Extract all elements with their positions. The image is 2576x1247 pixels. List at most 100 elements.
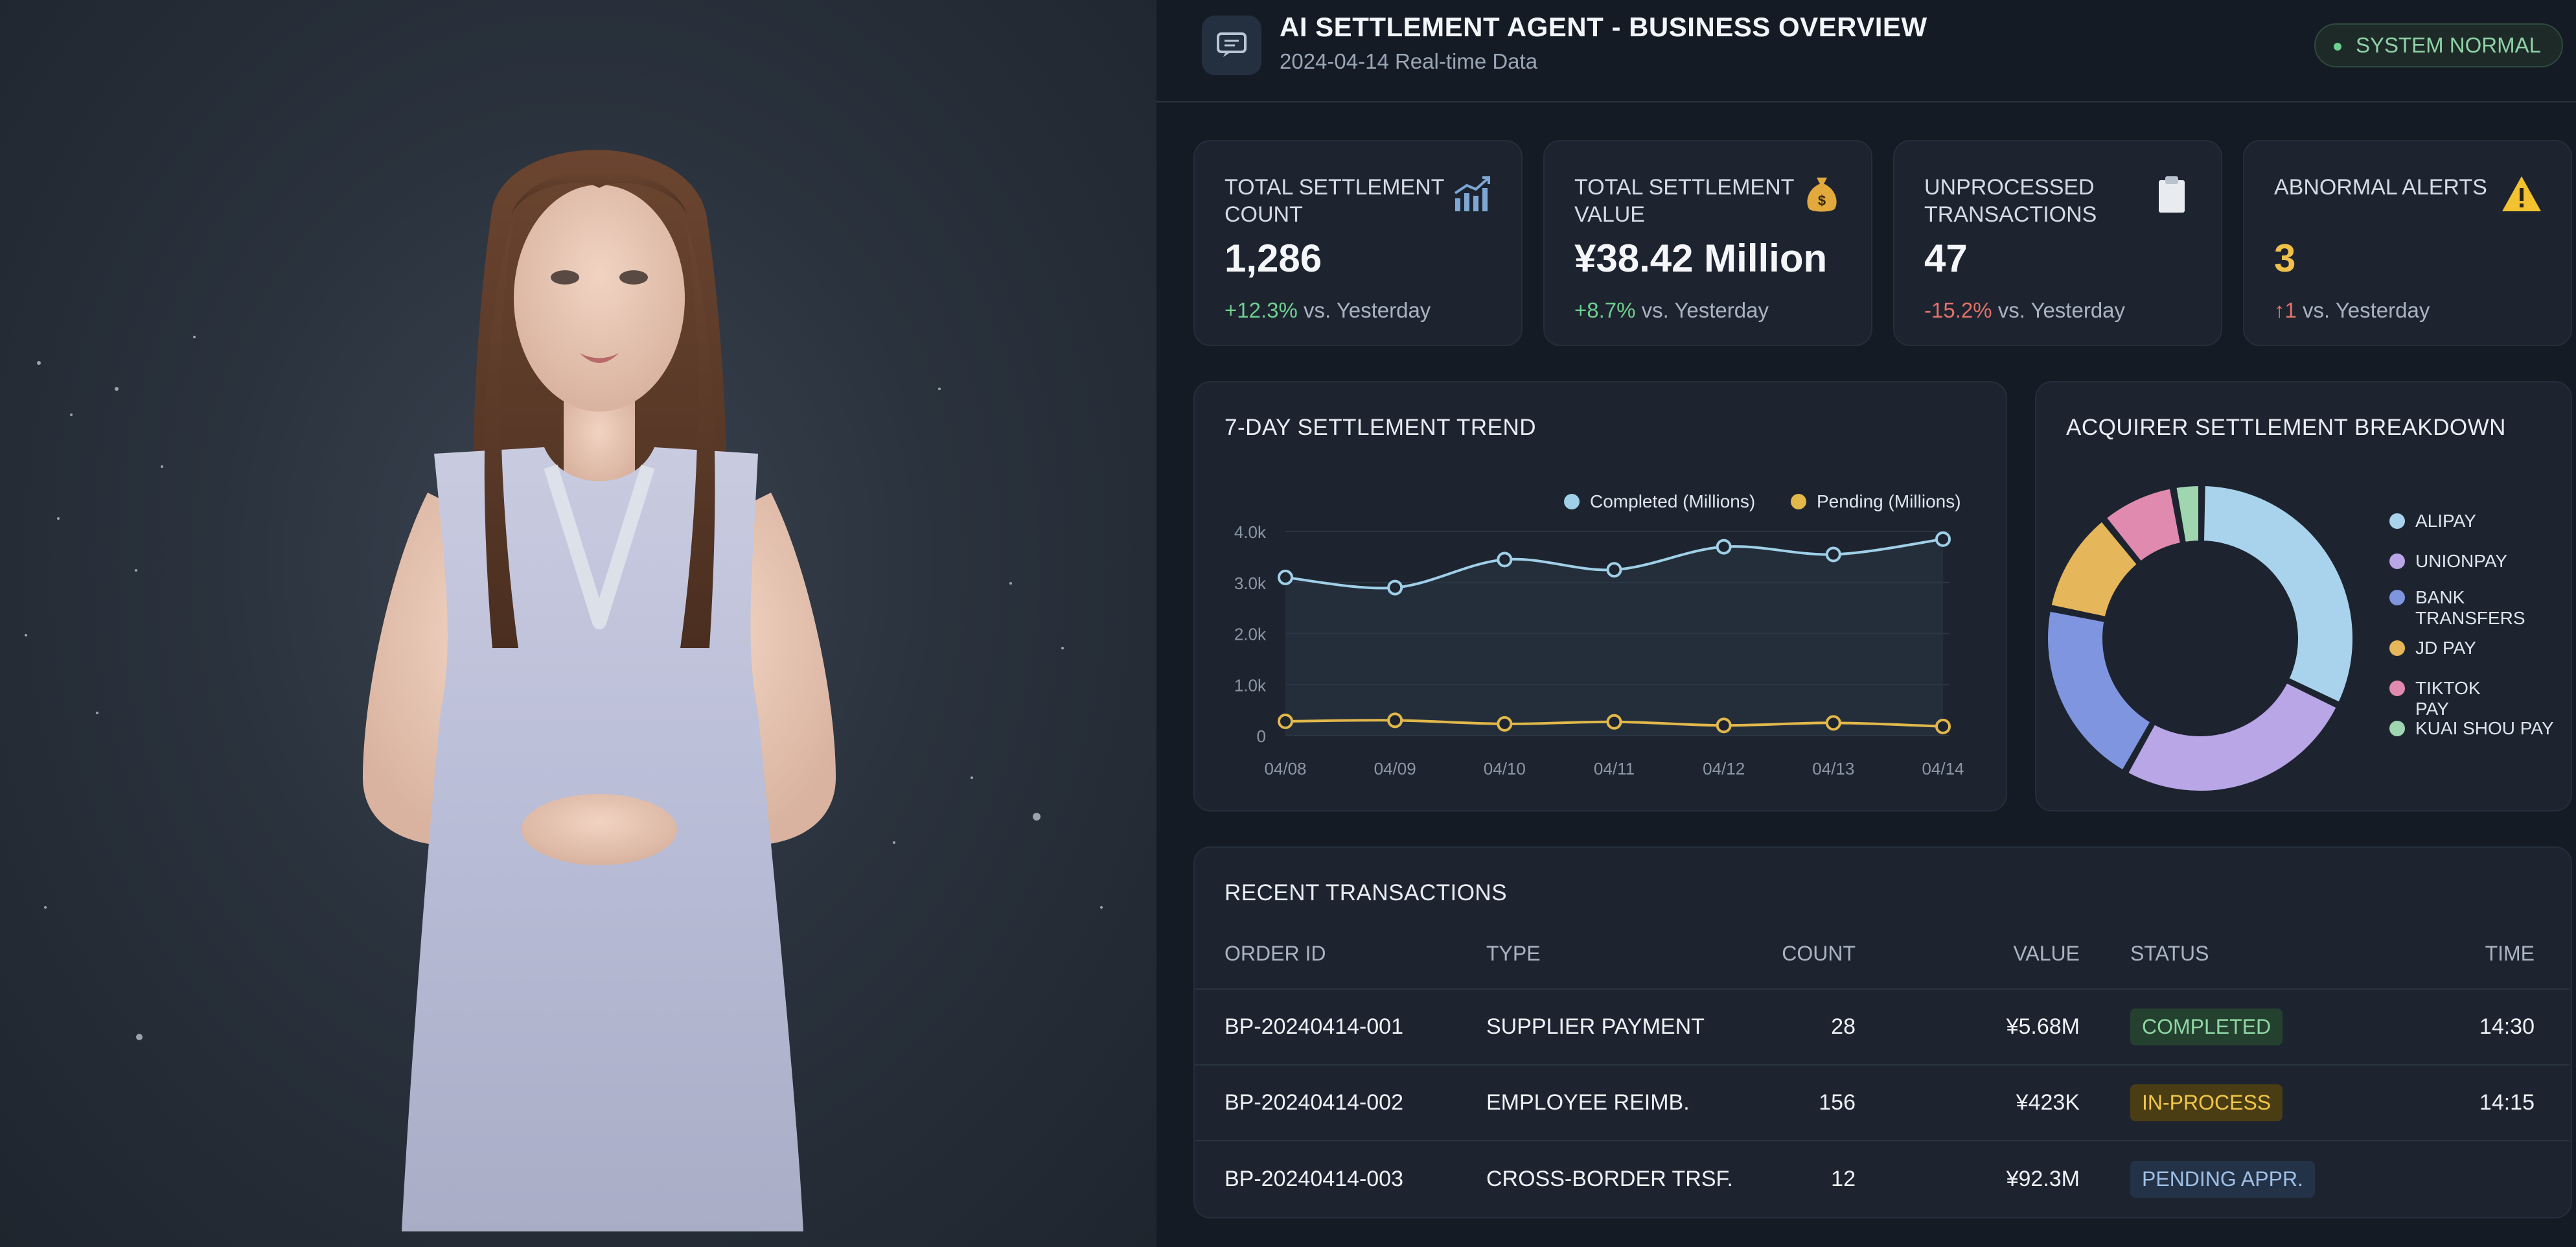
cell-type: EMPLOYEE REIMB.: [1486, 1065, 1739, 1141]
status-badge: PENDING APPR.: [2130, 1160, 2315, 1198]
data-point-completed[interactable]: [1387, 579, 1403, 596]
cell-value: ¥92.3M: [2006, 1166, 2080, 1191]
data-point-pending[interactable]: [1825, 715, 1841, 731]
column-header-order-id[interactable]: ORDER ID: [1195, 919, 1486, 990]
data-point-pending[interactable]: [1935, 718, 1951, 734]
transactions-title: RECENT TRANSACTIONS: [1225, 880, 1508, 905]
x-tick-label: 04/08: [1264, 759, 1306, 778]
cell-value: ¥5.68M: [1856, 989, 2080, 1066]
system-status-label: SYSTEM NORMAL: [2355, 33, 2541, 57]
data-point-pending[interactable]: [1278, 713, 1293, 729]
cell-time: 14:15: [2365, 1065, 2570, 1141]
legend-dot: [2389, 513, 2405, 529]
kpi-label: ABNORMAL ALERTS: [2274, 175, 2487, 200]
legend-label: BANK TRANSFERS: [2415, 587, 2525, 628]
chat-icon[interactable]: [1202, 16, 1261, 75]
kpi-card-settlement-count[interactable]: TOTAL SETTLEMENT COUNT 1,286 +12.3% vs. …: [1193, 140, 1523, 346]
cell-time: [2365, 1141, 2570, 1217]
donut-legend-item: ALIPAY: [2389, 511, 2564, 531]
legend-label: JD PAY: [2415, 638, 2476, 658]
kpi-value: 47: [1924, 237, 1968, 280]
donut-legend-item: BANK TRANSFERS: [2389, 587, 2564, 629]
kpi-card-abnormal-alerts[interactable]: ABNORMAL ALERTS 3 ↑1 vs. Yesterday: [2243, 140, 2572, 346]
page-subtitle: 2024-04-14 Real-time Data: [1280, 49, 1538, 73]
donut-legend-item: UNIONPAY: [2389, 551, 2564, 572]
kpi-value: 1,286: [1225, 237, 1322, 280]
column-header-time[interactable]: TIME: [2365, 919, 2570, 990]
table-row[interactable]: BP-20240414-002 EMPLOYEE REIMB. 156 ¥423K IN…: [1195, 1065, 2570, 1141]
data-point-completed[interactable]: [1278, 569, 1293, 585]
cell-count: 28: [1739, 989, 1856, 1066]
dashboard: AI SETTLEMENT AGENT - BUSINESS OVERVIEW …: [1156, 0, 2576, 1247]
y-tick-label: 2.0k: [1234, 625, 1267, 644]
table-row[interactable]: BP-20240414-003 CROSS-BORDER TRSF. 12 ¥92.3…: [1195, 1141, 2570, 1217]
data-point-pending[interactable]: [1716, 717, 1732, 734]
donut-chart: [2044, 482, 2356, 795]
y-tick-label: 3.0k: [1234, 574, 1267, 593]
cell-order-id: BP-20240414-002: [1195, 1065, 1486, 1141]
system-status-badge: SYSTEM NORMAL: [2314, 23, 2563, 67]
table-row[interactable]: BP-20240414-001 SUPPLIER PAYMENT 28 ¥5.68M C…: [1195, 989, 2570, 1066]
column-header-type[interactable]: TYPE: [1486, 919, 1739, 990]
column-header-value[interactable]: VALUE: [1856, 919, 2080, 990]
kpi-label: TOTAL SETTLEMENT COUNT: [1225, 175, 1444, 227]
donut-legend-item: TIKTOK PAY: [2389, 678, 2564, 719]
kpi-delta-suffix: vs. Yesterday: [1992, 298, 2126, 322]
legend-dot: [2389, 721, 2405, 736]
cell-status: PENDING APPR.: [2080, 1141, 2365, 1217]
status-dot-icon: [2333, 43, 2341, 51]
breakdown-chart-title: ACQUIRER SETTLEMENT BREAKDOWN: [2066, 415, 2506, 440]
donut-slice-alipay[interactable]: [2200, 482, 2356, 707]
cell-time: 14:30: [2365, 989, 2570, 1066]
recent-transactions-card: RECENT TRANSACTIONS ORDER ID TYPE COUNT …: [1193, 846, 2572, 1218]
cell-count: 156: [1739, 1065, 1856, 1141]
data-point-completed[interactable]: [1825, 546, 1841, 563]
column-header-count[interactable]: COUNT: [1739, 919, 1856, 990]
data-point-completed[interactable]: [1606, 562, 1622, 578]
kpi-card-settlement-value[interactable]: TOTAL SETTLEMENT VALUE $ ¥38.42 Million …: [1543, 140, 1872, 346]
y-tick-label: 0: [1257, 727, 1266, 746]
data-point-completed[interactable]: [1716, 539, 1732, 555]
status-badge: IN-PROCESS: [2130, 1084, 2283, 1121]
data-point-completed[interactable]: [1497, 552, 1513, 568]
cell-order-id: BP-20240414-001: [1195, 989, 1486, 1066]
cell-value: ¥423K: [1856, 1065, 2080, 1141]
transactions-table: ORDER ID TYPE COUNT VALUE STATUS TIME BP…: [1195, 919, 2570, 1217]
legend-dot: [2389, 681, 2405, 696]
donut-slice-bank-transfers[interactable]: [2044, 607, 2156, 775]
data-point-completed[interactable]: [1935, 531, 1951, 547]
kpi-value: 3: [2274, 237, 2296, 280]
data-point-pending[interactable]: [1497, 716, 1513, 732]
donut-slice-unionpay[interactable]: [2123, 678, 2341, 795]
transactions-body: BP-20240414-001 SUPPLIER PAYMENT 28 ¥5.68M C…: [1195, 989, 2570, 1217]
legend-label: TIKTOK PAY: [2415, 678, 2481, 719]
kpi-value: ¥38.42 Million: [1574, 237, 1828, 280]
kpi-delta-value: -15.2%: [1924, 298, 1992, 322]
legend-dot: [2389, 590, 2405, 605]
kpi-delta: -15.2% vs. Yesterday: [1924, 298, 2125, 323]
legend-dot: [2389, 640, 2405, 656]
line-chart: 4.0k 3.0k 2.0k 1.0k 0 04/08 04/09 04/10 04/11 04/…: [1234, 522, 1964, 778]
legend-label: UNIONPAY: [2415, 551, 2508, 571]
legend-label: KUAI SHOU PAY: [2415, 718, 2554, 738]
status-badge: COMPLETED: [2130, 1008, 2283, 1045]
kpi-label: UNPROCESSED TRANSACTIONS: [1924, 175, 2097, 227]
cell-status: IN-PROCESS: [2080, 1065, 2365, 1141]
page-title: AI SETTLEMENT AGENT - BUSINESS OVERVIEW: [1280, 12, 1927, 42]
dashboard-header: AI SETTLEMENT AGENT - BUSINESS OVERVIEW …: [1156, 0, 2576, 102]
x-tick-label: 04/14: [1922, 759, 1964, 778]
y-tick-label: 1.0k: [1234, 675, 1267, 695]
data-point-pending[interactable]: [1387, 712, 1403, 728]
kpi-card-unprocessed[interactable]: UNPROCESSED TRANSACTIONS 47 -15.2% vs. Y…: [1893, 140, 2222, 346]
kpi-delta-value: ↑1: [2274, 298, 2297, 322]
x-tick-label: 04/11: [1594, 759, 1635, 778]
cell-count: 12: [1831, 1166, 1856, 1191]
column-header-status[interactable]: STATUS: [2080, 919, 2365, 990]
donut-legend-item: JD PAY: [2389, 638, 2564, 658]
data-point-pending[interactable]: [1606, 714, 1622, 730]
presenter-avatar-image: [25, 150, 1103, 1231]
y-tick-label: 4.0k: [1234, 522, 1267, 542]
x-tick-label: 04/12: [1703, 759, 1745, 778]
cell-order-id: BP-20240414-003: [1225, 1166, 1404, 1191]
kpi-delta-suffix: vs. Yesterday: [1635, 298, 1769, 322]
